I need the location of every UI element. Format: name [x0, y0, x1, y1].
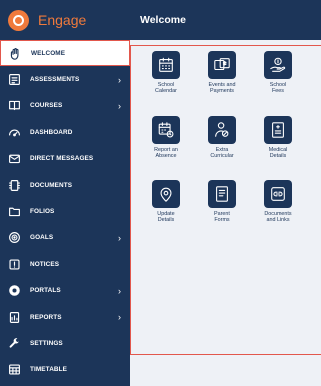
sidebar-item-label: SETTINGS: [30, 339, 63, 347]
sidebar-item-label: COURSES: [30, 102, 63, 110]
portal-icon: [8, 284, 21, 297]
tile-label: Report an Absence: [154, 147, 178, 160]
page-title: Welcome: [140, 14, 186, 26]
tile-label: Documents and Links: [264, 211, 292, 224]
tile-label: Update Details: [157, 211, 175, 224]
sidebar-item-label: REPORTS: [30, 313, 62, 321]
sidebar: Engage WELCOME ASSESSMENTS › COURSES › DASHBO…: [0, 0, 130, 386]
tile-medical-details[interactable]: Medical Details: [253, 116, 303, 160]
target-icon: [8, 231, 21, 244]
sidebar-item-assessments[interactable]: ASSESSMENTS ›: [0, 66, 130, 92]
mail-icon: [8, 152, 21, 165]
tile-school-calendar[interactable]: School Calendar: [141, 51, 191, 95]
tile-documents-and-links[interactable]: Documents and Links: [253, 180, 303, 224]
chevron-right-icon[interactable]: ›: [118, 312, 121, 322]
tile-update-details[interactable]: Update Details: [141, 180, 191, 224]
tile-label: Events and Payments: [208, 82, 236, 95]
tile-label: Parent Forms: [214, 211, 230, 224]
tiles-panel: School Calendar Events and Payments School…: [130, 45, 321, 355]
chevron-right-icon[interactable]: ›: [118, 286, 121, 296]
chevron-right-icon[interactable]: ›: [118, 233, 121, 243]
sidebar-item-settings[interactable]: SETTINGS: [0, 330, 130, 356]
nav-list: WELCOME ASSESSMENTS › COURSES › DASHBOARD DIRE…: [0, 40, 130, 383]
calendar-icon: [152, 51, 180, 79]
documents-icon: [8, 179, 21, 192]
sidebar-item-label: DOCUMENTS: [30, 181, 73, 189]
person-edit-icon: [208, 116, 236, 144]
assessment-icon: [8, 73, 21, 86]
sidebar-item-documents[interactable]: DOCUMENTS: [0, 172, 130, 198]
sidebar-item-label: WELCOME: [31, 49, 66, 57]
form-icon: [208, 180, 236, 208]
sidebar-item-portals[interactable]: PORTALS ›: [0, 278, 130, 304]
brand[interactable]: Engage: [0, 0, 130, 40]
wrench-icon: [8, 337, 21, 350]
sidebar-item-folios[interactable]: FOLIOS: [0, 198, 130, 224]
brand-name: Engage: [38, 12, 87, 28]
timetable-icon: [8, 363, 21, 376]
sidebar-item-label: PORTALS: [30, 287, 61, 295]
hand-wave-icon: [9, 47, 22, 60]
sidebar-item-label: DIRECT MESSAGES: [30, 155, 94, 163]
tile-report-an-absence[interactable]: Report an Absence: [141, 116, 191, 160]
sidebar-item-label: GOALS: [30, 234, 54, 242]
sidebar-item-courses[interactable]: COURSES ›: [0, 93, 130, 119]
sidebar-item-dashboard[interactable]: DASHBOARD: [0, 119, 130, 145]
tile-label: Extra Curricular: [210, 147, 234, 160]
book-icon: [8, 99, 21, 112]
sidebar-item-label: NOTICES: [30, 260, 60, 268]
sidebar-item-notices[interactable]: NOTICES: [0, 251, 130, 277]
tickets-icon: [208, 51, 236, 79]
notice-icon: [8, 258, 21, 271]
tile-extra-curricular[interactable]: Extra Curricular: [197, 116, 247, 160]
money-hand-icon: [264, 51, 292, 79]
location-pin-icon: [152, 180, 180, 208]
chevron-right-icon[interactable]: ›: [118, 75, 121, 85]
folder-icon: [8, 205, 21, 218]
calendar-clock-icon: [152, 116, 180, 144]
tile-label: Medical Details: [268, 147, 288, 160]
gauge-icon: [8, 126, 21, 139]
sidebar-item-label: DASHBOARD: [30, 128, 73, 136]
page-header: Welcome: [130, 0, 321, 40]
report-icon: [8, 311, 21, 324]
main-content: School Calendar Events and Payments School…: [130, 40, 321, 386]
sidebar-item-goals[interactable]: GOALS ›: [0, 225, 130, 251]
tile-parent-forms[interactable]: Parent Forms: [197, 180, 247, 224]
tile-label: School Calendar: [155, 82, 177, 95]
sidebar-item-reports[interactable]: REPORTS ›: [0, 304, 130, 330]
medical-id-icon: [264, 116, 292, 144]
sidebar-item-direct-messages[interactable]: DIRECT MESSAGES: [0, 146, 130, 172]
sidebar-item-label: ASSESSMENTS: [30, 76, 80, 84]
sidebar-item-label: TIMETABLE: [30, 366, 67, 374]
link-icon: [264, 180, 292, 208]
tile-events-and-payments[interactable]: Events and Payments: [197, 51, 247, 95]
chevron-right-icon[interactable]: ›: [118, 101, 121, 111]
sidebar-item-welcome[interactable]: WELCOME: [0, 40, 130, 67]
engage-logo-icon: [8, 9, 29, 31]
tile-school-fees[interactable]: School Fees: [253, 51, 303, 95]
sidebar-item-label: FOLIOS: [30, 208, 55, 216]
sidebar-item-timetable[interactable]: TIMETABLE: [0, 357, 130, 383]
tile-label: School Fees: [269, 82, 287, 95]
